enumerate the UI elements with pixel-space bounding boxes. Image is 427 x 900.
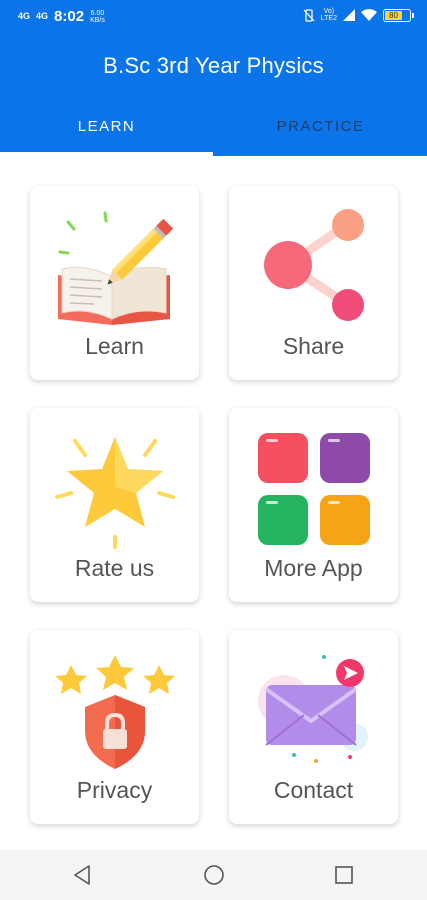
system-nav-bar — [0, 850, 427, 900]
volte-indicator: Vo) LTE2 — [321, 8, 337, 22]
apps-grid-icon — [257, 433, 370, 545]
signal-strength-icon — [343, 9, 355, 21]
vibrate-icon — [303, 8, 315, 22]
wifi-icon — [361, 9, 377, 21]
rate-us-card[interactable]: Rate us — [30, 408, 199, 602]
net-speed: 6.00 KB/s — [90, 10, 105, 24]
battery-level: 80 — [385, 10, 402, 20]
more-app-card[interactable]: More App — [229, 408, 398, 602]
more-app-card-label: More App — [264, 555, 363, 581]
envelope-icon — [257, 655, 368, 763]
share-card-label: Share — [282, 333, 345, 359]
net-speed-value: 6.00 — [90, 9, 105, 17]
learn-card-label: Learn — [85, 333, 144, 359]
star-icon — [54, 437, 175, 549]
tab-practice[interactable]: PRACTICE — [214, 118, 427, 135]
privacy-card[interactable]: Privacy — [30, 630, 199, 824]
tab-learn[interactable]: LEARN — [0, 118, 213, 135]
net-speed-unit: KB/s — [90, 16, 105, 24]
battery-icon: 80 — [383, 8, 414, 22]
learn-card[interactable]: Learn — [30, 186, 199, 380]
back-icon[interactable] — [70, 862, 96, 888]
tab-indicator — [0, 152, 213, 156]
pencil-book-icon — [57, 211, 173, 325]
page-title: B.Sc 3rd Year Physics — [103, 53, 324, 78]
status-bar: 4G 4G 8:02 6.00 KB/s Vo) LTE2 80 — [0, 0, 427, 34]
contact-card[interactable]: Contact — [229, 630, 398, 824]
shield-lock-icon — [54, 655, 175, 769]
app-bar: 4G 4G 8:02 6.00 KB/s Vo) LTE2 80 B.Sc 3r… — [0, 0, 427, 156]
signal-indicator-1: 4G — [18, 11, 31, 21]
lte-label: LTE2 — [320, 15, 337, 22]
contact-card-label: Contact — [273, 777, 354, 803]
privacy-card-label: Privacy — [76, 777, 153, 803]
signal-indicator-2: 4G — [36, 11, 49, 21]
share-icon — [263, 209, 364, 321]
home-icon[interactable] — [201, 862, 227, 888]
share-card[interactable]: Share — [229, 186, 398, 380]
recents-icon[interactable] — [331, 862, 357, 888]
volte-label: Vo) — [323, 8, 335, 15]
status-time: 8:02 — [54, 8, 85, 25]
rate-us-card-label: Rate us — [74, 555, 155, 581]
